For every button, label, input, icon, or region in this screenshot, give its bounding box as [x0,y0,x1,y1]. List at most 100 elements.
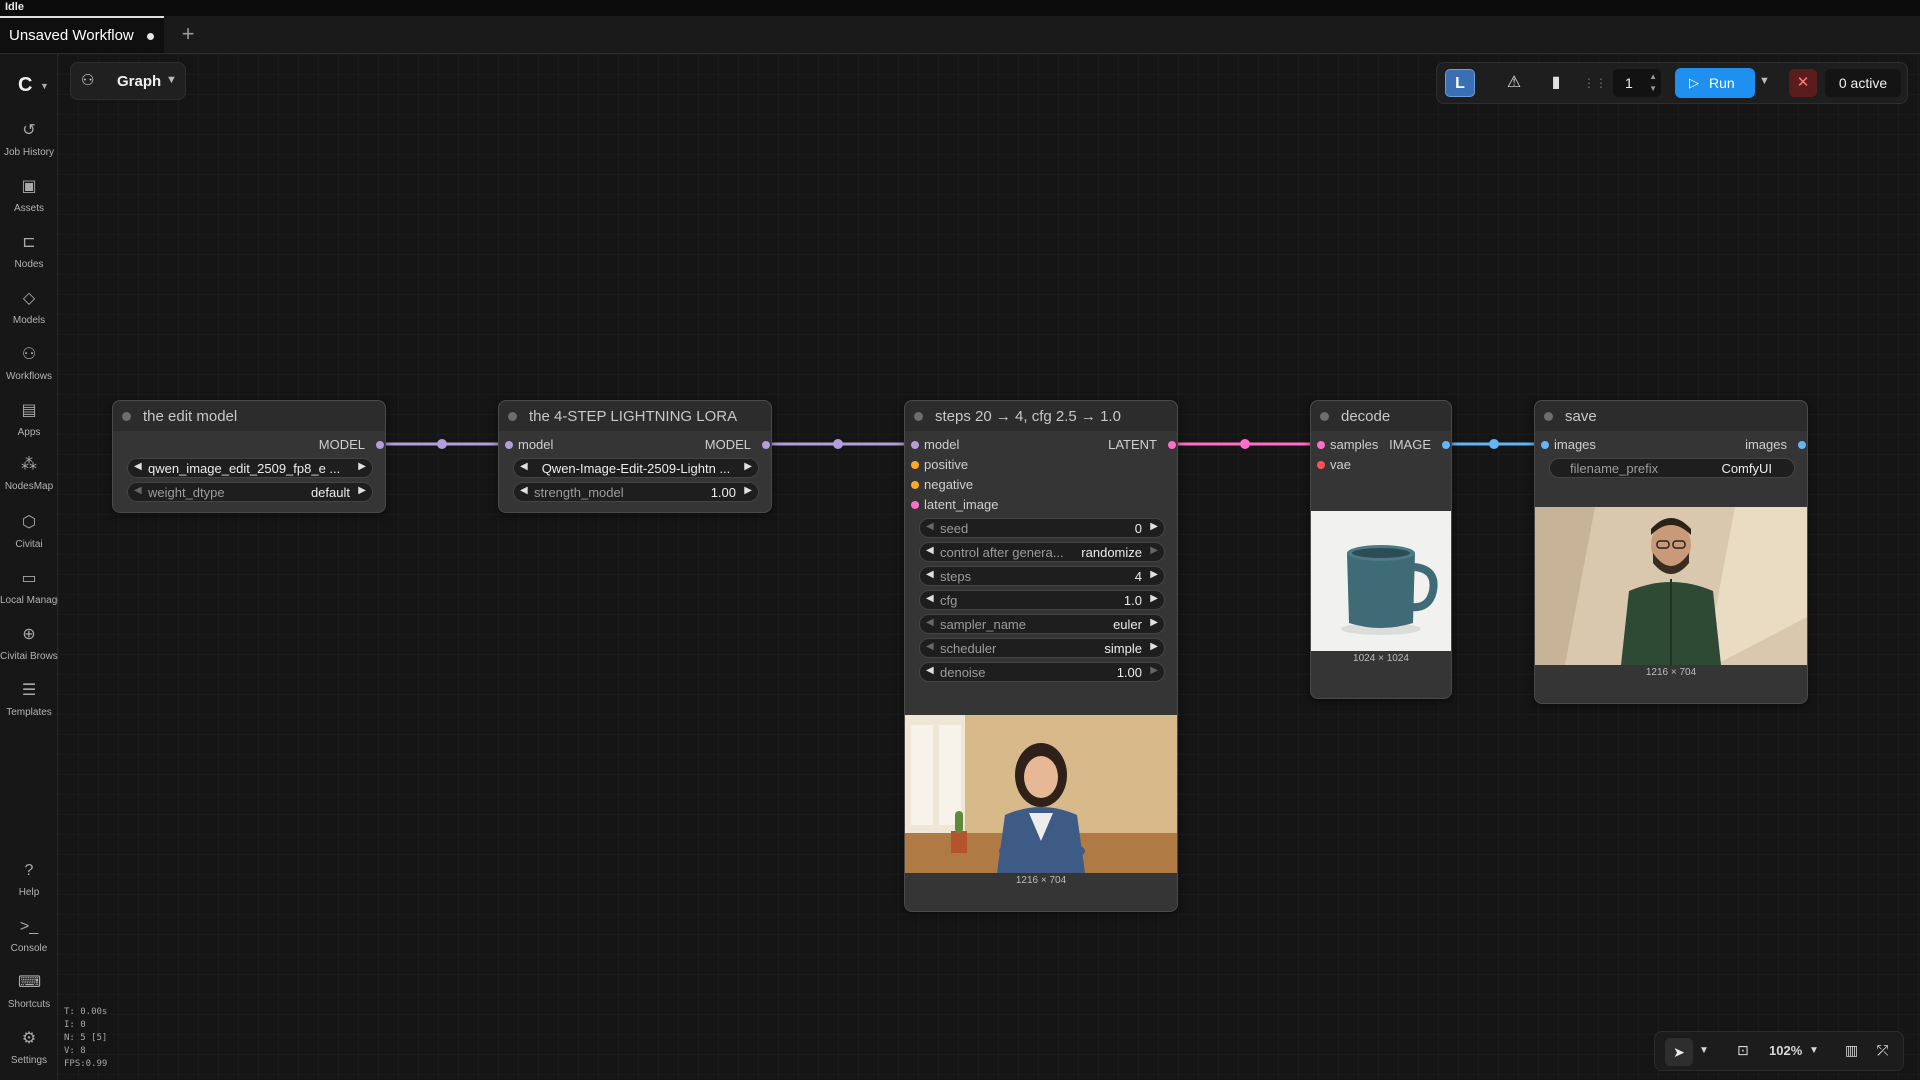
input-pin-images[interactable] [1541,441,1549,449]
arrow-left-icon[interactable]: ◀ [926,641,934,652]
node-ksampler[interactable]: steps 20 → 4, cfg 2.5 → 1.0 model positi… [904,400,1178,912]
sidebar-item-shortcuts[interactable]: ⌨ Shortcuts [0,972,58,1024]
control-after-generate-widget[interactable]: ◀ control after genera... randomize ▶ [919,542,1165,562]
link-midpoint[interactable] [1240,439,1250,449]
sidebar-item-nodesmap[interactable]: ⁂ NodesMap [0,454,58,506]
run-button[interactable]: ▷ Run [1675,68,1755,98]
batch-count-input[interactable]: 1 ▲ ▼ [1613,69,1661,97]
graph-mode-button[interactable]: ⚇ Graph ▼ [70,62,186,100]
node-header[interactable]: decode [1311,401,1451,431]
chevron-down-icon[interactable]: ▼ [40,81,49,91]
drag-handle-icon[interactable]: ⋮⋮ [1583,69,1607,97]
zoom-level[interactable]: 102% [1769,1043,1802,1058]
unet-name-widget[interactable]: ◀ qwen_image_edit_2509_fp8_e ... ▶ [127,458,373,478]
collapse-dot-icon[interactable] [508,412,517,421]
sidebar-item-models[interactable]: ◇ Models [0,288,58,340]
arrow-right-icon[interactable]: ▶ [1150,521,1158,532]
output-pin-model[interactable] [376,441,384,449]
arrow-right-icon[interactable]: ▶ [358,461,366,472]
filename-prefix-widget[interactable]: filename_prefix ComfyUI [1549,458,1795,478]
collapse-dot-icon[interactable] [122,412,131,421]
arrow-left-icon[interactable]: ◀ [926,521,934,532]
sidebar-item-console[interactable]: >_ Console [0,916,58,968]
sidebar-item-help[interactable]: ? Help [0,860,58,912]
lora-name-widget[interactable]: ◀ Qwen-Image-Edit-2509-Lightn ... ▶ [513,458,759,478]
sidebar-item-assets[interactable]: ▣ Assets [0,176,58,228]
arrow-right-icon[interactable]: ▶ [1150,665,1158,676]
scheduler-widget[interactable]: ◀ scheduler simple ▶ [919,638,1165,658]
node-header[interactable]: steps 20 → 4, cfg 2.5 → 1.0 [905,401,1177,431]
arrow-right-icon[interactable]: ▶ [744,461,752,472]
arrow-right-icon[interactable]: ▶ [1150,569,1158,580]
seed-widget[interactable]: ◀ seed 0 ▶ [919,518,1165,538]
select-tool-icon[interactable]: ➤ [1665,1038,1693,1066]
run-options-chevron-icon[interactable]: ▼ [1759,75,1770,87]
arrow-right-icon[interactable]: ▶ [1150,641,1158,652]
sidebar-item-job-history[interactable]: ↺ Job History [0,120,58,172]
arrow-left-icon[interactable]: ◀ [134,485,142,496]
cancel-run-button[interactable]: ✕ [1789,69,1817,97]
denoise-widget[interactable]: ◀ denoise 1.00 ▶ [919,662,1165,682]
arrow-left-icon[interactable]: ◀ [926,545,934,556]
input-pin-latent[interactable] [911,501,919,509]
arrow-left-icon[interactable]: ◀ [134,461,142,472]
layout-badge-button[interactable]: L [1445,69,1475,97]
add-tab-icon[interactable]: + [176,22,200,46]
triangle-logo-icon[interactable]: ⚠ [1499,69,1529,97]
chevron-down-icon[interactable]: ▼ [1809,1045,1819,1056]
link-midpoint[interactable] [1489,439,1499,449]
node-header[interactable]: the edit model [113,401,385,431]
sampler-name-widget[interactable]: ◀ sampler_name euler ▶ [919,614,1165,634]
preview-image-man-portrait[interactable] [1535,507,1807,665]
arrow-left-icon[interactable]: ◀ [926,569,934,580]
output-pin-latent[interactable] [1168,441,1176,449]
fit-view-icon[interactable]: ⊡ [1737,1042,1749,1059]
chevron-down-icon[interactable]: ▼ [1699,1045,1709,1056]
arrow-left-icon[interactable]: ◀ [520,485,528,496]
steps-widget[interactable]: ◀ steps 4 ▶ [919,566,1165,586]
active-queue-count[interactable]: 0 active [1825,69,1901,97]
collapse-dot-icon[interactable] [914,412,923,421]
sidebar-item-nodes[interactable]: ⊏ Nodes [0,232,58,284]
collapse-dot-icon[interactable] [1544,412,1553,421]
sidebar-item-settings[interactable]: ⚙ Settings [0,1028,58,1080]
comfy-logo-icon[interactable]: C [18,74,32,97]
tab-unsaved-workflow[interactable]: Unsaved Workflow [0,16,164,53]
input-pin-model[interactable] [911,441,919,449]
input-pin-negative[interactable] [911,481,919,489]
sidebar-item-civitai[interactable]: ⬡ Civitai [0,512,58,564]
arrow-right-icon[interactable]: ▶ [1150,545,1158,556]
minimap-icon[interactable]: ▥ [1845,1042,1858,1059]
node-edit-model[interactable]: the edit model MODEL ◀ qwen_image_edit_2… [112,400,386,513]
arrow-left-icon[interactable]: ◀ [926,617,934,628]
sidebar-item-civitai-browse[interactable]: ⊕ Civitai Browse [0,624,58,676]
arrow-left-icon[interactable]: ◀ [926,593,934,604]
sidebar-item-workflows[interactable]: ⚇ Workflows [0,344,58,396]
input-pin-positive[interactable] [911,461,919,469]
input-pin-samples[interactable] [1317,441,1325,449]
link-visibility-icon[interactable]: ⤱ [1877,1042,1888,1059]
stepper-icon[interactable]: ▲ ▼ [1649,71,1657,95]
preview-image-woman-at-desk[interactable] [905,715,1177,873]
arrow-right-icon[interactable]: ▶ [1150,593,1158,604]
arrow-left-icon[interactable]: ◀ [926,665,934,676]
arrow-left-icon[interactable]: ◀ [520,461,528,472]
sidebar-item-apps[interactable]: ▤ Apps [0,400,58,452]
bookmark-icon[interactable]: ▮ [1541,69,1571,97]
node-header[interactable]: save [1535,401,1807,431]
link-midpoint[interactable] [437,439,447,449]
sidebar-item-local-manage[interactable]: ▭ Local Manage [0,568,58,620]
cfg-widget[interactable]: ◀ cfg 1.0 ▶ [919,590,1165,610]
sidebar-item-templates[interactable]: ☰ Templates [0,680,58,732]
collapse-dot-icon[interactable] [1320,412,1329,421]
node-header[interactable]: the 4-STEP LIGHTNING LORA [499,401,771,431]
strength-model-widget[interactable]: ◀ strength_model 1.00 ▶ [513,482,759,502]
input-pin-model[interactable] [505,441,513,449]
arrow-right-icon[interactable]: ▶ [1150,617,1158,628]
node-save-image[interactable]: save images images filename_prefix Comfy… [1534,400,1808,704]
preview-image-mug[interactable] [1311,511,1451,651]
node-vae-decode[interactable]: decode samples vae IMAGE 1024 × 1024 [1310,400,1452,699]
output-pin-model[interactable] [762,441,770,449]
arrow-right-icon[interactable]: ▶ [744,485,752,496]
link-midpoint[interactable] [833,439,843,449]
